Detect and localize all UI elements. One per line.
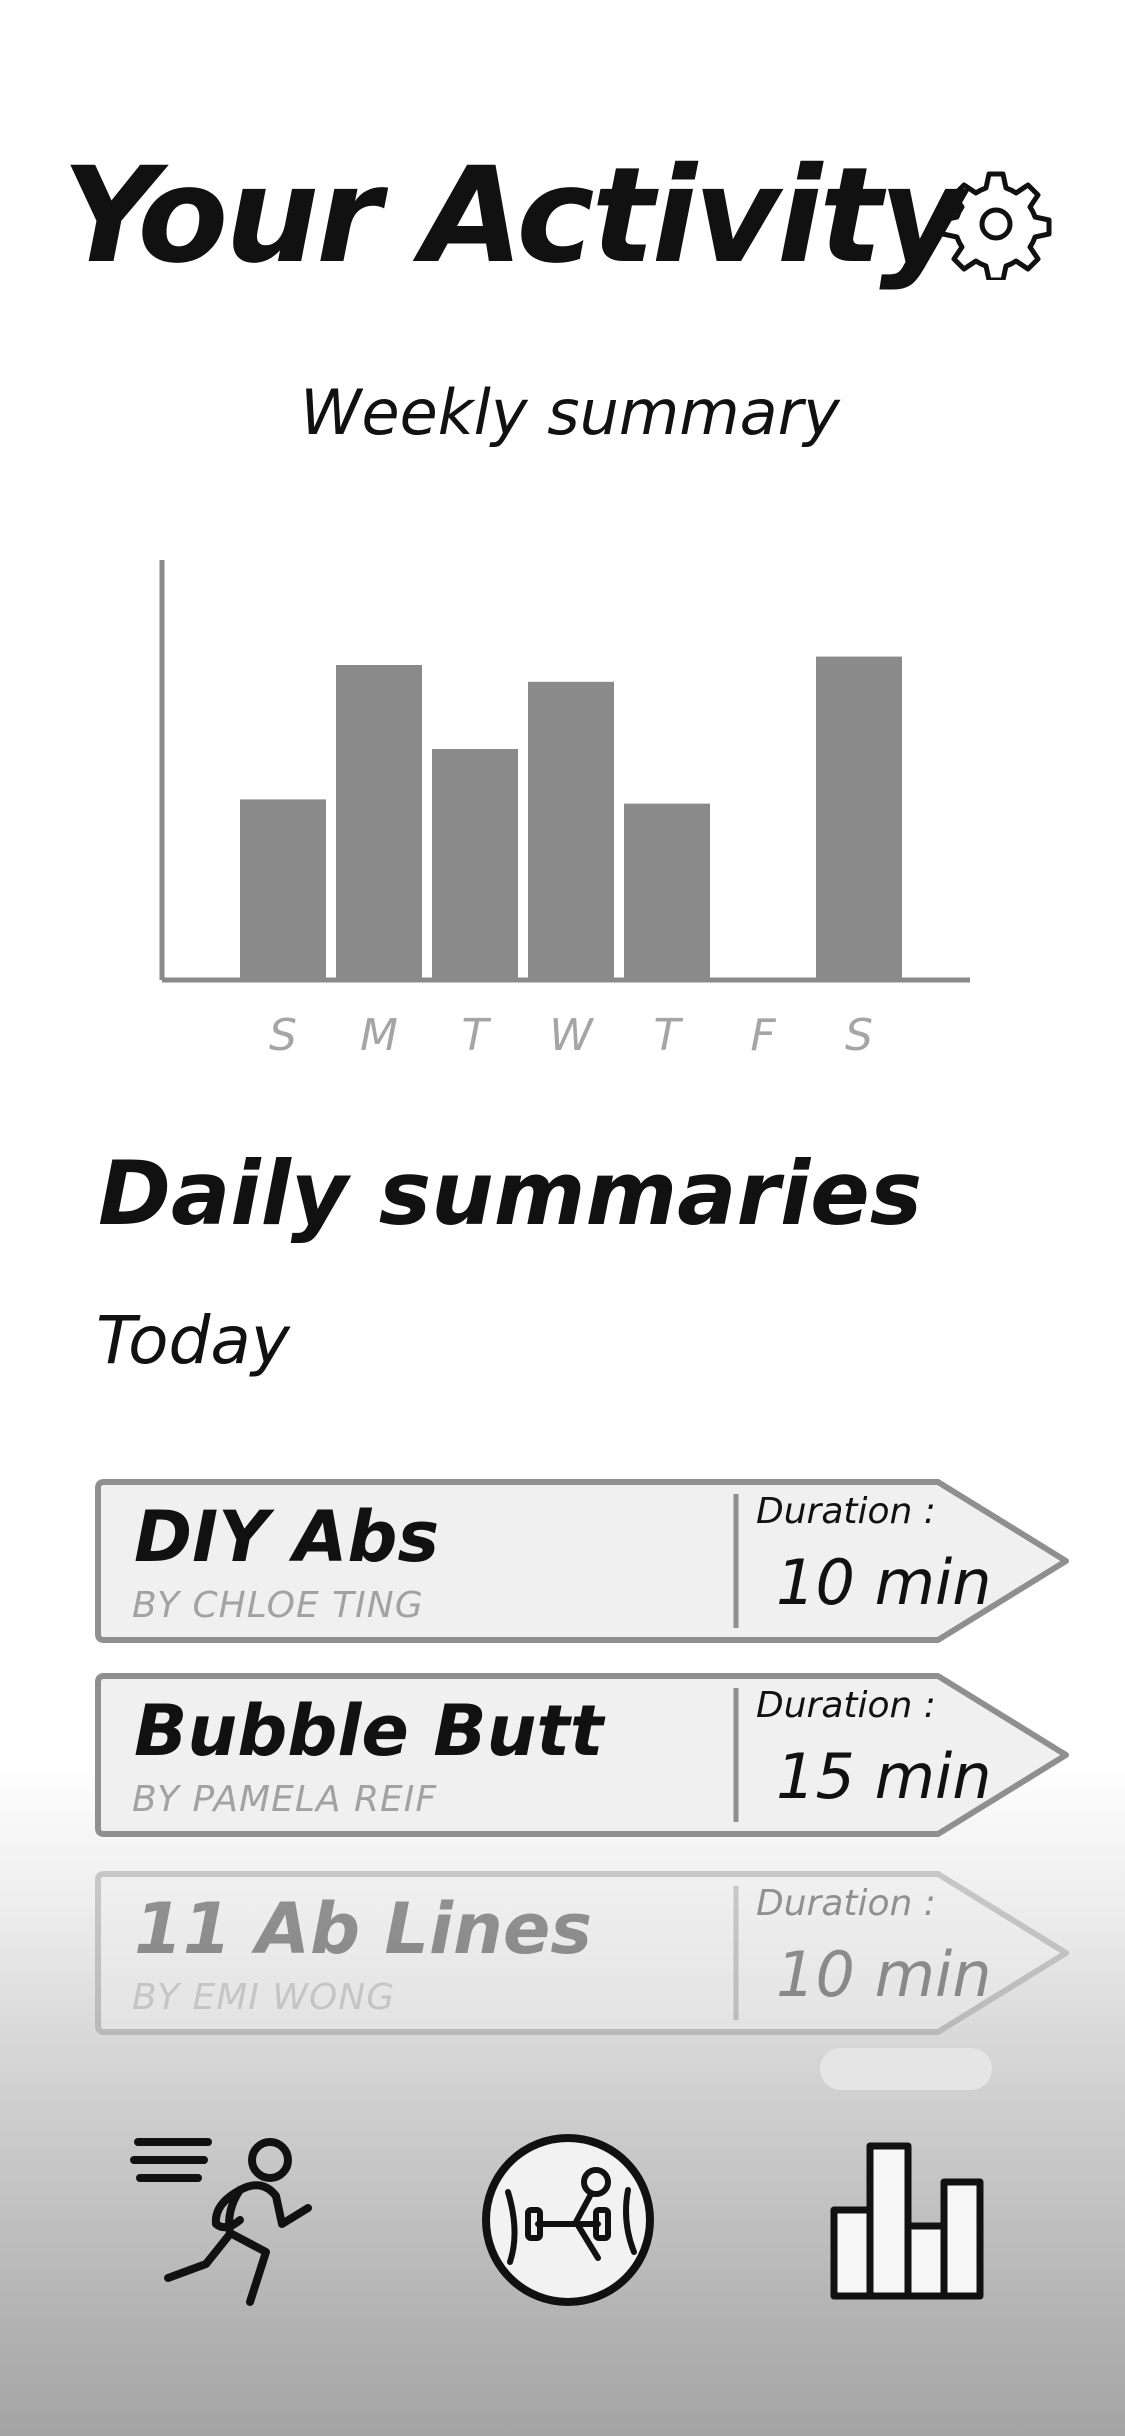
tick-label-6: S [845, 1010, 873, 1061]
tick-label-0: S [269, 1010, 297, 1061]
duration-label: Duration : [756, 1883, 936, 1924]
weekly-bar-chart: SMTWTFS [159, 560, 970, 1061]
running-person-icon [130, 2138, 312, 2306]
workout-name: 11 Ab Lines [134, 1888, 593, 1970]
bar-4 [624, 803, 710, 980]
workout-card[interactable]: 11 Ab Lines BY EMI WONG Duration : 10 min [92, 1868, 1072, 2038]
bar-chart-icon [830, 2142, 984, 2300]
workout-author: BY PAMELA REIF [132, 1779, 438, 1820]
workout-card[interactable]: DIY Abs BY CHLOE TING Duration : 10 min [92, 1476, 1072, 1646]
duration-value: 10 min [776, 1546, 992, 1619]
bar-0 [240, 799, 326, 980]
bar-6 [816, 656, 902, 980]
workout-name: Bubble Butt [134, 1690, 604, 1772]
tick-label-3: W [549, 1010, 594, 1061]
duration-label: Duration : [756, 1491, 936, 1532]
workout-globe-icon [482, 2134, 654, 2306]
bar-3 [528, 681, 614, 980]
workout-name: DIY Abs [134, 1496, 440, 1578]
weekly-summary-title: Weekly summary [300, 376, 840, 449]
workout-author: BY EMI WONG [132, 1977, 396, 2018]
tick-label-5: F [750, 1010, 776, 1061]
tab-summary[interactable] [808, 2120, 1008, 2320]
duration-label: Duration : [756, 1685, 936, 1726]
gear-icon [940, 171, 1052, 283]
duration-value: 10 min [776, 1938, 992, 2011]
bar-1 [336, 665, 422, 980]
settings-button[interactable] [940, 168, 1052, 283]
tick-label-4: T [654, 1010, 684, 1061]
day-label: Today [96, 1302, 290, 1379]
tab-workouts[interactable] [468, 2120, 668, 2320]
daily-summaries-title: Daily summaries [98, 1142, 923, 1245]
tick-label-1: M [360, 1010, 398, 1061]
tab-activity[interactable] [128, 2120, 328, 2320]
duration-value: 15 min [776, 1740, 992, 1813]
workout-card[interactable]: Bubble Butt BY PAMELA REIF Duration : 15 mi… [92, 1670, 1072, 1840]
workout-author: BY CHLOE TING [132, 1585, 424, 1626]
scroll-indicator[interactable] [820, 2048, 992, 2090]
bar-2 [432, 749, 518, 980]
tick-label-2: T [462, 1010, 492, 1061]
page-title: Your Activity [62, 139, 965, 293]
